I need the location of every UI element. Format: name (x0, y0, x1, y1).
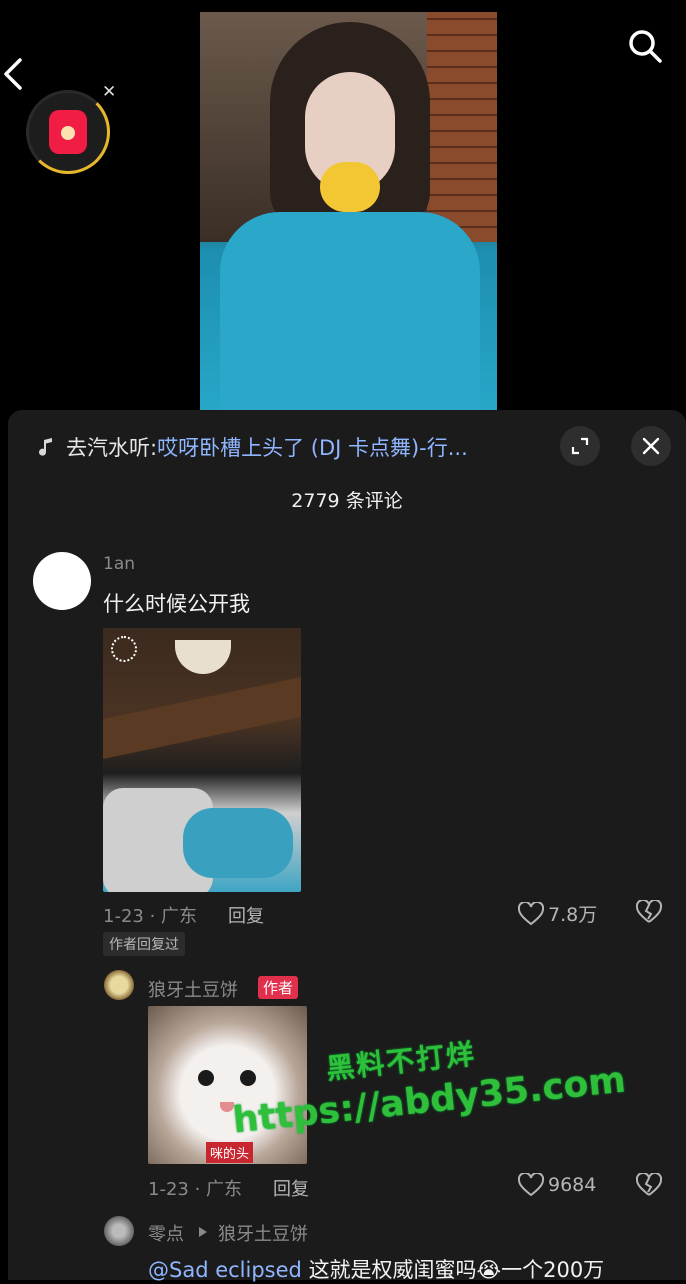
author-badge: 作者 (258, 976, 299, 999)
hand-emoji-icon (320, 162, 380, 212)
image-caption: 咪的头 (206, 1142, 254, 1163)
reply-image[interactable]: 咪的头 (148, 1006, 307, 1164)
comment-meta: 1-23 · 广东 (103, 906, 198, 927)
live-photo-icon (111, 636, 137, 662)
reply-button[interactable]: 回复 (228, 902, 264, 928)
comment-image[interactable] (103, 628, 301, 892)
heart-icon (518, 901, 544, 925)
reply-text: 这就是权威闺蜜吗😭一个200万 (308, 1258, 605, 1282)
comment-sheet: 去汽水听: 哎呀卧槽上头了 (DJ 卡点舞)-行... 2779 条评论 1an… (8, 410, 686, 1282)
dislike-heart-icon[interactable] (636, 1173, 662, 1197)
author-replied-tag: 作者回复过 (103, 932, 185, 956)
avatar[interactable] (104, 970, 134, 1000)
back-arrow-icon[interactable] (0, 56, 30, 92)
search-icon[interactable] (625, 26, 665, 66)
photo-table (103, 676, 301, 760)
video-frame (200, 12, 497, 410)
close-icon (642, 437, 660, 455)
expand-button[interactable] (560, 426, 600, 466)
expand-icon (571, 437, 589, 455)
like-count: 7.8万 (548, 904, 598, 926)
photo-arm (183, 808, 293, 878)
reply-username[interactable]: 狼牙土豆饼 (148, 976, 238, 1002)
video-bricks (427, 12, 497, 242)
reply-target-username[interactable]: 狼牙土豆饼 (218, 1220, 308, 1246)
like-button[interactable]: 7.8万 (518, 900, 597, 927)
music-link[interactable]: 去汽水听: 哎呀卧槽上头了 (DJ 卡点舞)-行... (36, 432, 468, 462)
mention-link[interactable]: @Sad eclipsed (148, 1258, 302, 1282)
video-person-shirt (220, 212, 480, 410)
comment-count: 2779 条评论 (291, 490, 403, 512)
reply-button[interactable]: 回复 (273, 1175, 309, 1201)
reply-username[interactable]: 零点 (148, 1220, 184, 1246)
dislike-heart-icon[interactable] (636, 900, 662, 924)
red-packet-close-icon[interactable]: ✕ (102, 82, 116, 102)
avatar[interactable] (104, 1216, 134, 1246)
reply-arrow-icon (199, 1227, 207, 1237)
heart-icon (518, 1173, 544, 1197)
video-player[interactable] (0, 0, 686, 410)
red-packet-button[interactable] (26, 90, 110, 174)
music-song-title[interactable]: 哎呀卧槽上头了 (DJ 卡点舞)-行... (157, 432, 468, 462)
close-sheet-button[interactable] (631, 426, 671, 466)
music-lead-text: 去汽水听: (66, 436, 158, 460)
like-button[interactable]: 9684 (518, 1173, 596, 1197)
photo-bowl (175, 640, 231, 674)
kitten-eye (198, 1070, 214, 1086)
red-envelope-icon (49, 110, 87, 154)
comment-username[interactable]: 1an (103, 554, 135, 574)
avatar[interactable] (33, 552, 91, 610)
reply-meta: 1-23 · 广东 (148, 1179, 243, 1200)
like-count: 9684 (548, 1174, 597, 1196)
comment-text: 什么时候公开我 (103, 592, 250, 616)
music-note-icon (39, 438, 52, 456)
kitten-eye (240, 1070, 256, 1086)
